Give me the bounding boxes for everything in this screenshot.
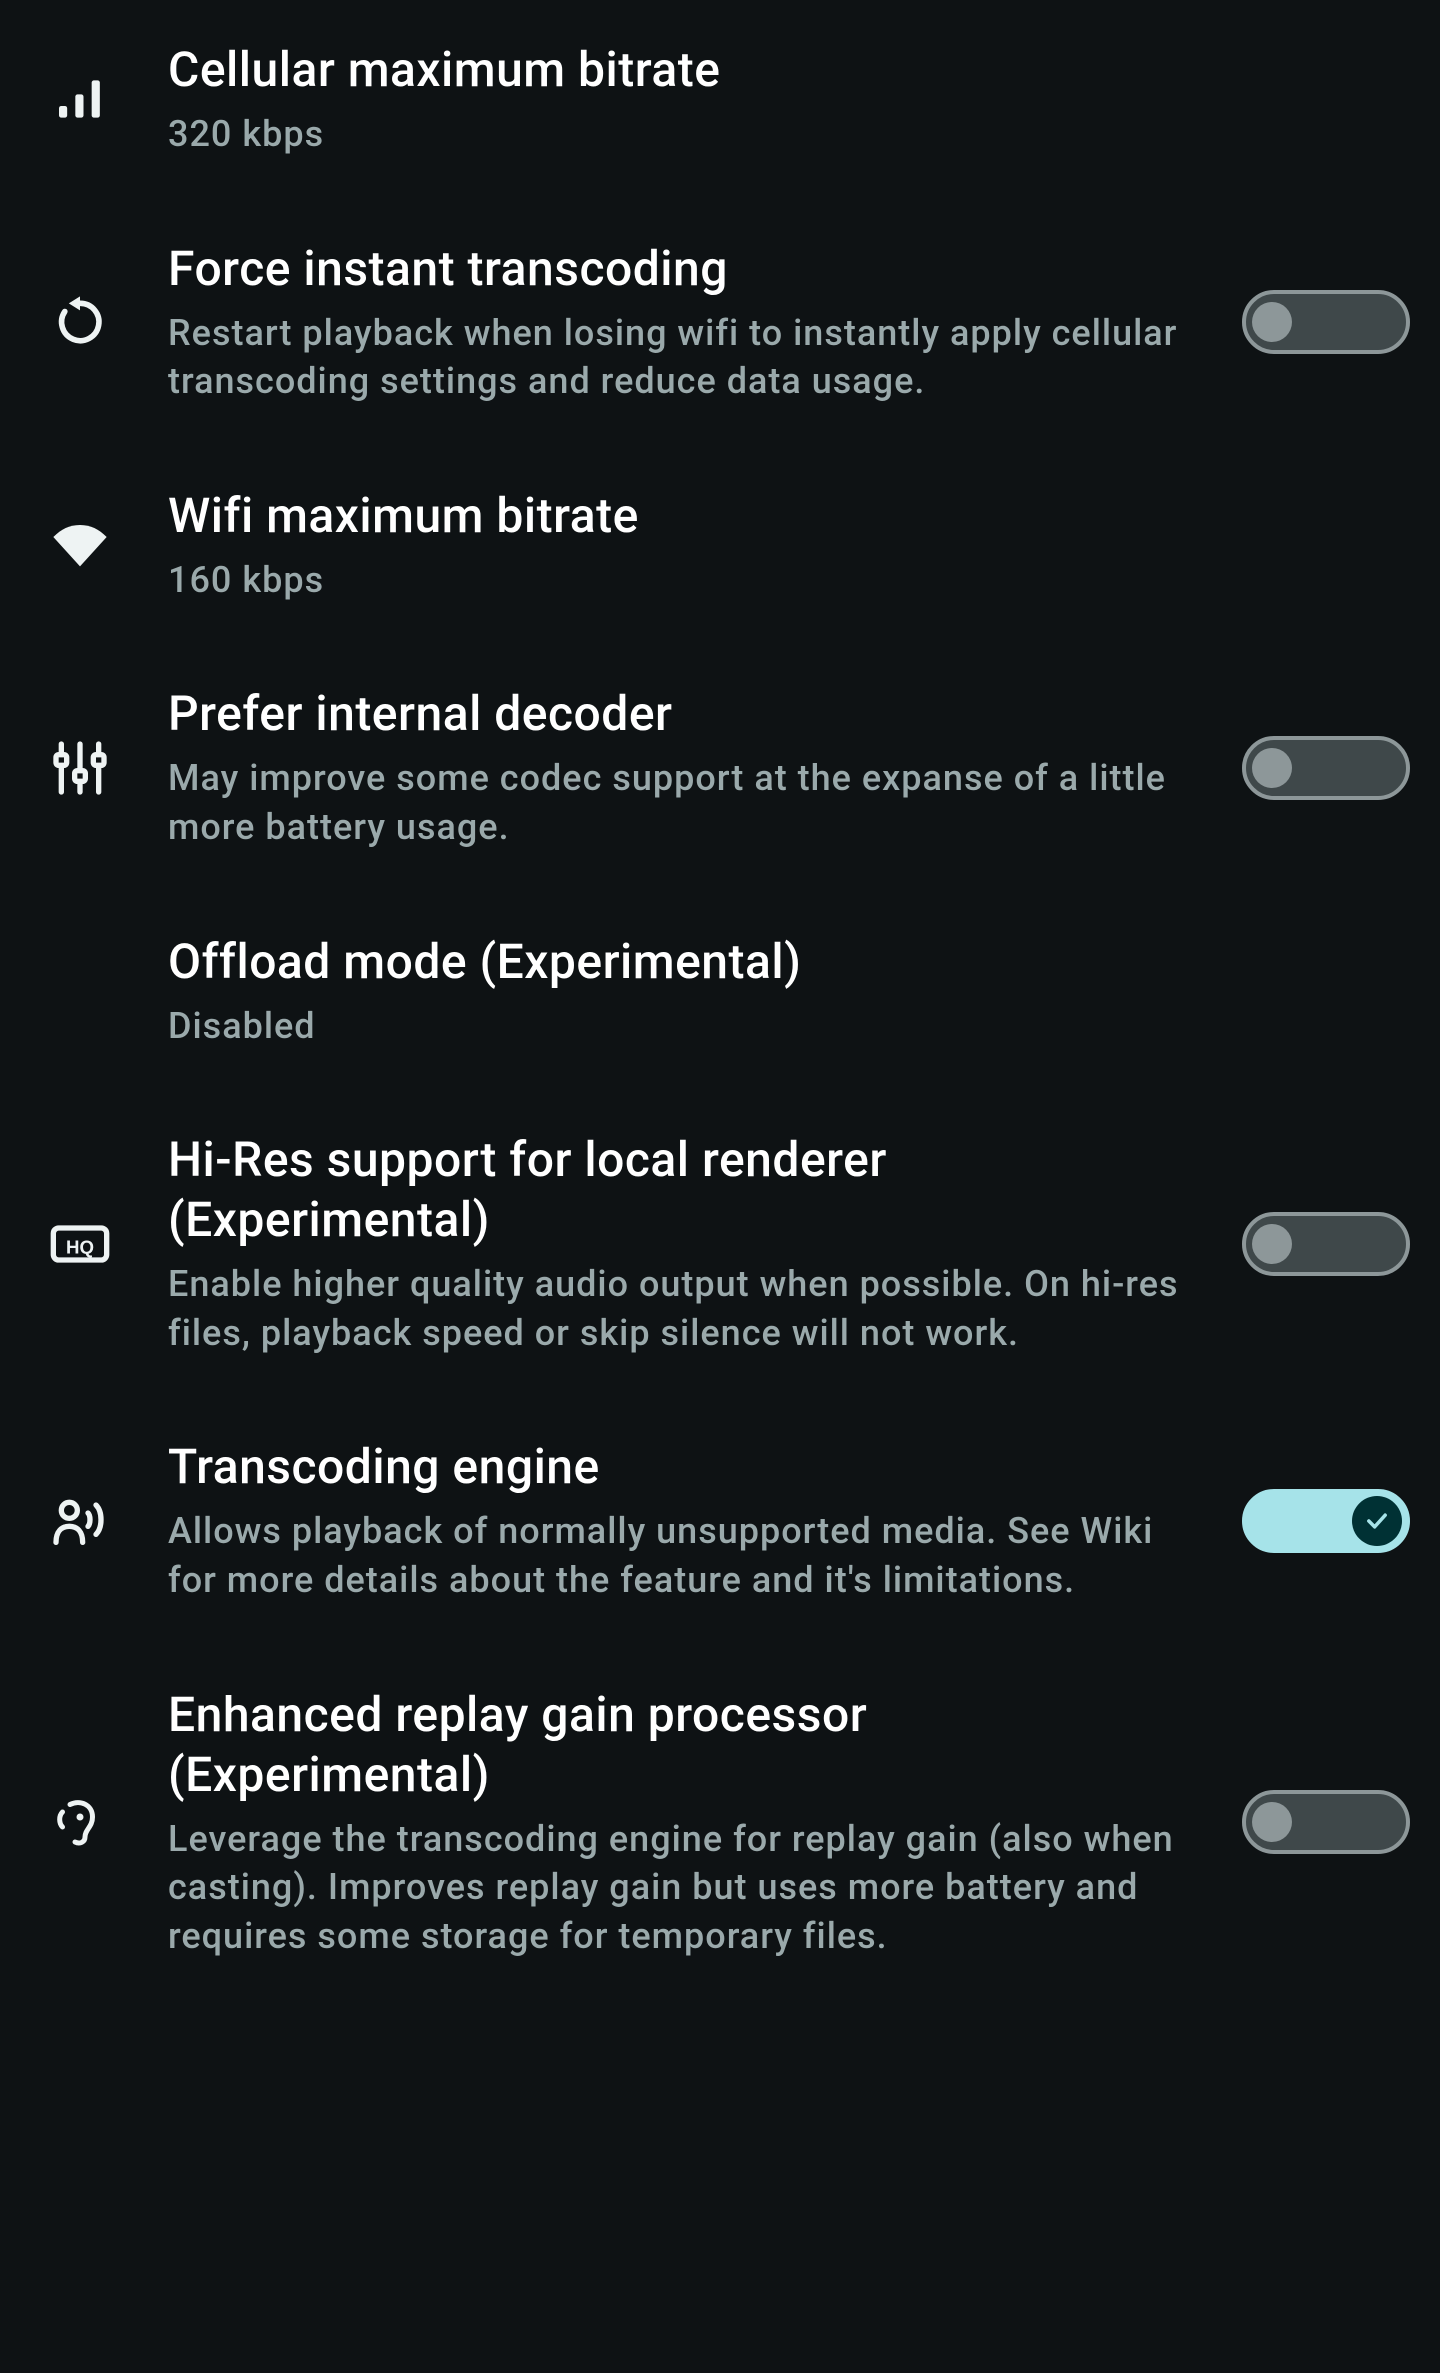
setting-title: Wifi maximum bitrate [168, 486, 1192, 546]
setting-row-cellular-max-bitrate[interactable]: Cellular maximum bitrate 320 kbps [30, 0, 1410, 199]
setting-row-prefer-internal-decoder[interactable]: Prefer internal decoder May improve some… [30, 644, 1410, 891]
setting-subtitle: Leverage the transcoding engine for repl… [168, 1815, 1192, 1961]
toggle-force-instant-transcoding[interactable] [1242, 290, 1410, 354]
signal-bars-icon [30, 71, 130, 127]
setting-row-enhanced-replay-gain[interactable]: Enhanced replay gain processor (Experime… [30, 1645, 1410, 2001]
hq-icon: HQ [30, 1212, 130, 1276]
setting-title: Offload mode (Experimental) [168, 932, 1192, 992]
reload-icon [30, 294, 130, 350]
setting-title: Cellular maximum bitrate [168, 40, 1192, 100]
setting-row-offload-mode[interactable]: Offload mode (Experimental) Disabled [30, 892, 1410, 1091]
setting-row-force-instant-transcoding[interactable]: Force instant transcoding Restart playba… [30, 199, 1410, 446]
voice-icon [30, 1489, 130, 1553]
toggle-knob [1352, 1496, 1402, 1546]
toggle-knob [1252, 1224, 1292, 1264]
toggle-knob [1252, 1802, 1292, 1842]
toggle-knob [1252, 748, 1292, 788]
setting-subtitle: 320 kbps [168, 110, 1192, 159]
toggle-enhanced-replay-gain[interactable] [1242, 1790, 1410, 1854]
setting-subtitle: Allows playback of normally unsupported … [168, 1507, 1192, 1604]
setting-subtitle: Restart playback when losing wifi to ins… [168, 309, 1192, 406]
setting-subtitle: Disabled [168, 1002, 1192, 1051]
setting-title: Enhanced replay gain processor (Experime… [168, 1685, 1192, 1805]
setting-title: Prefer internal decoder [168, 684, 1192, 744]
setting-row-transcoding-engine[interactable]: Transcoding engine Allows playback of no… [30, 1397, 1410, 1644]
settings-list: Cellular maximum bitrate 320 kbps Force … [0, 0, 1440, 2000]
setting-subtitle: 160 kbps [168, 556, 1192, 605]
setting-row-wifi-max-bitrate[interactable]: Wifi maximum bitrate 160 kbps [30, 446, 1410, 645]
toggle-transcoding-engine[interactable] [1242, 1489, 1410, 1553]
toggle-prefer-internal-decoder[interactable] [1242, 736, 1410, 800]
setting-subtitle: Enable higher quality audio output when … [168, 1260, 1192, 1357]
toggle-knob [1252, 302, 1292, 342]
setting-title: Transcoding engine [168, 1437, 1192, 1497]
ear-icon [30, 1792, 130, 1852]
setting-subtitle: May improve some codec support at the ex… [168, 754, 1192, 851]
setting-row-hires-support[interactable]: HQ Hi-Res support for local renderer (Ex… [30, 1090, 1410, 1397]
setting-title: Hi-Res support for local renderer (Exper… [168, 1130, 1192, 1250]
setting-title: Force instant transcoding [168, 239, 1192, 299]
svg-text:HQ: HQ [66, 1236, 94, 1257]
wifi-icon [30, 513, 130, 577]
sliders-icon [30, 736, 130, 800]
toggle-hires-support[interactable] [1242, 1212, 1410, 1276]
